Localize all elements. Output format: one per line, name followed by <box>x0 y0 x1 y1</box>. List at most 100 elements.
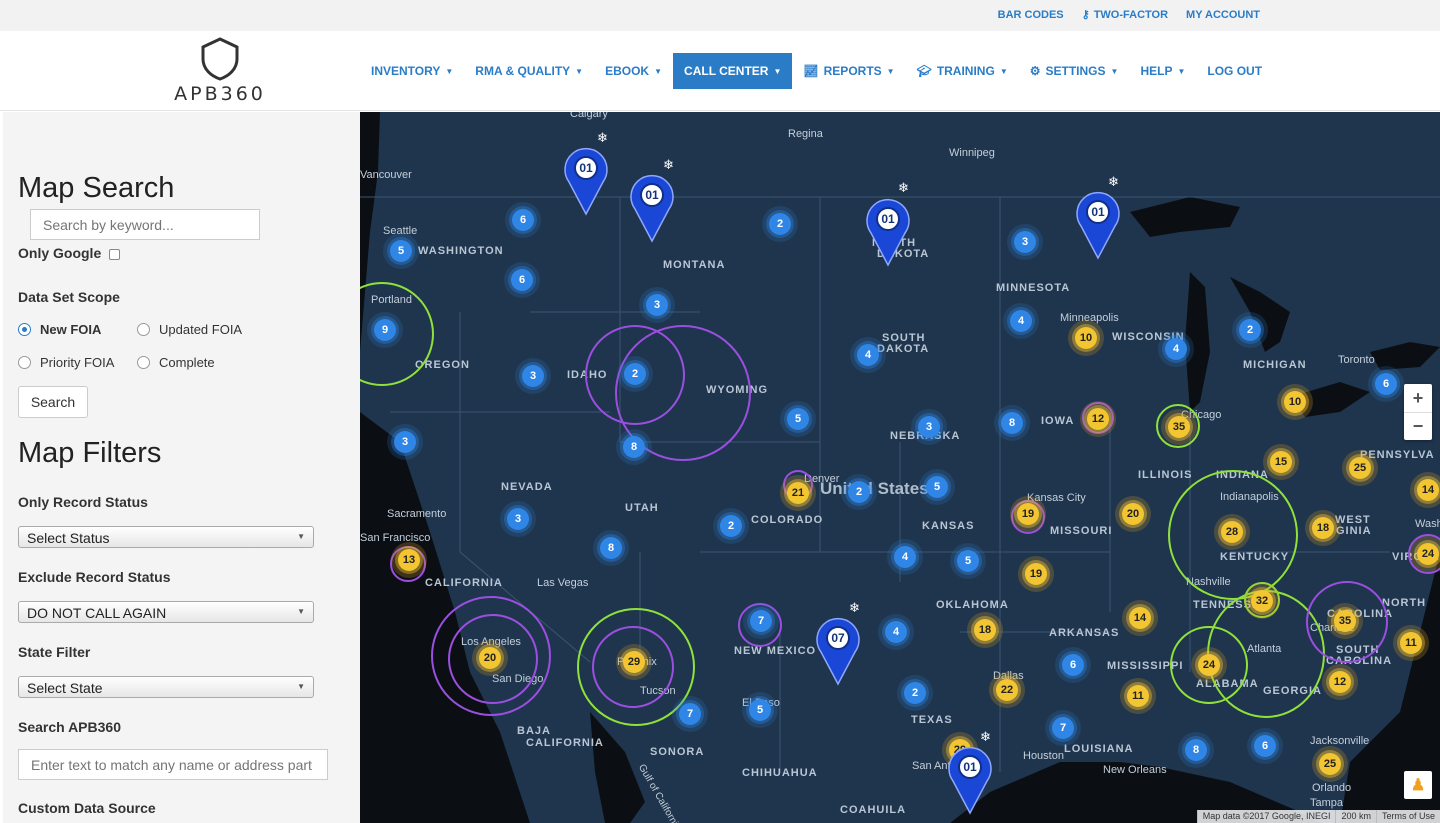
two-factor-link[interactable]: ⚷ TWO-FACTOR <box>1082 8 1168 22</box>
search-button[interactable]: Search <box>18 386 88 418</box>
map-cluster[interactable]: 5 <box>787 408 809 430</box>
map-cluster[interactable]: 4 <box>894 546 916 568</box>
map-cluster[interactable]: 35 <box>1334 610 1356 632</box>
nav-rma-quality[interactable]: RMA & QUALITY ▼ <box>464 53 594 89</box>
map-cluster[interactable]: 11 <box>1127 685 1149 707</box>
map-pin[interactable]: 01 <box>947 743 993 815</box>
map-cluster[interactable]: 10 <box>1284 391 1306 413</box>
map-cluster[interactable]: 3 <box>1014 231 1036 253</box>
apb360-text-search-input[interactable] <box>18 749 328 780</box>
nav-ebook[interactable]: EBOOK ▼ <box>594 53 673 89</box>
map-cluster[interactable]: 5 <box>390 240 412 262</box>
map-cluster[interactable]: 5 <box>957 550 979 572</box>
map-cluster[interactable]: 2 <box>904 682 926 704</box>
map-cluster[interactable]: 11 <box>1400 632 1422 654</box>
bar-codes-link[interactable]: BAR CODES <box>998 8 1064 21</box>
only-record-status-select[interactable]: Select Status ▼ <box>18 526 314 548</box>
map-cluster[interactable]: 15 <box>1270 451 1292 473</box>
map-cluster[interactable]: 9 <box>374 319 396 341</box>
map-cluster[interactable]: 14 <box>1417 479 1439 501</box>
map-cluster[interactable]: 19 <box>1025 563 1047 585</box>
map-cluster[interactable]: 2 <box>848 481 870 503</box>
nav-settings[interactable]: ⚙ SETTINGS ▼ <box>1019 53 1130 89</box>
nav-inventory[interactable]: INVENTORY ▼ <box>360 53 464 89</box>
map-cluster[interactable]: 32 <box>1251 590 1273 612</box>
map-pin[interactable]: 07 <box>815 614 861 686</box>
nav-reports[interactable]: 📈︎ REPORTS ▼ <box>792 53 905 89</box>
scope-priority-foia-radio[interactable]: Priority FOIA <box>18 355 114 370</box>
zoom-out-button[interactable]: − <box>1404 412 1432 440</box>
map-cluster[interactable]: 14 <box>1129 607 1151 629</box>
map-cluster[interactable]: 7 <box>1052 717 1074 739</box>
map-cluster[interactable]: 24 <box>1417 543 1439 565</box>
map-cluster[interactable]: 21 <box>787 482 809 504</box>
map-pin[interactable]: 01 <box>629 171 675 243</box>
map-cluster[interactable]: 3 <box>646 294 668 316</box>
map-cluster[interactable]: 3 <box>522 365 544 387</box>
scope-new-foia-radio[interactable]: New FOIA <box>18 322 101 337</box>
map-cluster[interactable]: 2 <box>769 213 791 235</box>
map-cluster[interactable]: 13 <box>398 549 420 571</box>
map-cluster[interactable]: 4 <box>1010 310 1032 332</box>
nav-help[interactable]: HELP ▼ <box>1129 53 1196 89</box>
map-cluster[interactable]: 12 <box>1087 408 1109 430</box>
map-cluster[interactable]: 5 <box>749 699 771 721</box>
map-cluster[interactable]: 4 <box>885 621 907 643</box>
map-cluster[interactable]: 8 <box>1185 739 1207 761</box>
map-cluster[interactable]: 35 <box>1168 416 1190 438</box>
map-cluster[interactable]: 8 <box>1001 412 1023 434</box>
map-cluster[interactable]: 24 <box>1198 654 1220 676</box>
zoom-in-button[interactable]: + <box>1404 384 1432 412</box>
map-cluster[interactable]: 6 <box>1062 654 1084 676</box>
map-cluster[interactable]: 7 <box>679 703 701 725</box>
nav-log-out[interactable]: LOG OUT <box>1196 53 1273 89</box>
terms-of-use-link[interactable]: Terms of Use <box>1375 810 1440 823</box>
exclude-record-status-select[interactable]: DO NOT CALL AGAIN ▼ <box>18 601 314 623</box>
nav-call-center[interactable]: CALL CENTER ▼ <box>673 53 793 89</box>
map-cluster[interactable]: 20 <box>1122 503 1144 525</box>
map-pin[interactable]: 01 <box>563 144 609 216</box>
map-cluster[interactable]: 3 <box>394 431 416 453</box>
map-cluster[interactable]: 6 <box>1254 735 1276 757</box>
map-cluster[interactable]: 2 <box>624 363 646 385</box>
map-pin[interactable]: 01 <box>1075 188 1121 260</box>
map-cluster[interactable]: 29 <box>623 651 645 673</box>
map-cluster[interactable]: 18 <box>974 619 996 641</box>
map-marker-icon <box>948 747 992 815</box>
map-cluster[interactable]: 6 <box>512 209 534 231</box>
map-cluster[interactable]: 18 <box>1312 517 1334 539</box>
map-canvas[interactable]: WASHINGTON MONTANA NORTH DAKOTA MINNESOT… <box>360 112 1440 823</box>
map-cluster[interactable]: 6 <box>1375 373 1397 395</box>
map-cluster[interactable]: 4 <box>857 344 879 366</box>
keyword-search-input[interactable] <box>30 209 260 240</box>
map-cluster[interactable]: 20 <box>479 647 501 669</box>
map-cluster[interactable]: 19 <box>1017 503 1039 525</box>
map-cluster[interactable]: 7 <box>750 610 772 632</box>
street-view-pegman-icon[interactable]: ♟ <box>1404 771 1432 799</box>
map-cluster[interactable]: 4 <box>1165 338 1187 360</box>
scope-updated-foia-radio[interactable]: Updated FOIA <box>137 322 242 337</box>
map-cluster[interactable]: 3 <box>918 416 940 438</box>
map-cluster[interactable]: 25 <box>1349 457 1371 479</box>
map-cluster[interactable]: 25 <box>1319 753 1341 775</box>
map-cluster[interactable]: 12 <box>1329 671 1351 693</box>
map-cluster[interactable]: 3 <box>507 508 529 530</box>
scope-complete-radio[interactable]: Complete <box>137 355 215 370</box>
map-cluster[interactable]: 28 <box>1221 521 1243 543</box>
map-cluster[interactable]: 10 <box>1075 327 1097 349</box>
only-google-checkbox[interactable] <box>109 249 120 260</box>
brand-logo[interactable]: APB360 <box>165 37 275 109</box>
my-account-link[interactable]: MY ACCOUNT <box>1186 8 1260 21</box>
map-marker-icon <box>564 148 608 216</box>
map-cluster[interactable]: 5 <box>926 476 948 498</box>
app-root: BAR CODES ⚷ TWO-FACTOR MY ACCOUNT APB360 … <box>0 0 1440 823</box>
nav-training[interactable]: 🎓︎ TRAINING ▼ <box>906 53 1019 89</box>
map-cluster[interactable]: 2 <box>720 515 742 537</box>
map-cluster[interactable]: 8 <box>623 436 645 458</box>
map-cluster[interactable]: 2 <box>1239 319 1261 341</box>
map-cluster[interactable]: 6 <box>511 269 533 291</box>
state-filter-select[interactable]: Select State ▼ <box>18 676 314 698</box>
map-cluster[interactable]: 8 <box>600 537 622 559</box>
map-cluster[interactable]: 22 <box>996 679 1018 701</box>
map-pin[interactable]: 01 <box>865 195 911 267</box>
